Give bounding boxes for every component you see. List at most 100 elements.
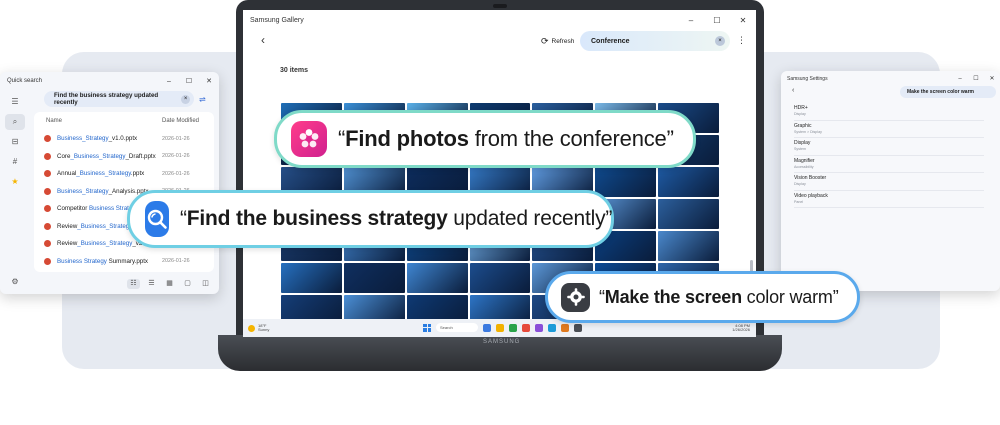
back-arrow-icon[interactable]: ‹ <box>261 33 265 47</box>
maximize-button[interactable]: ☐ <box>179 77 199 85</box>
settings-result-item[interactable]: Video playback Panel <box>794 191 984 208</box>
settings-item-title: Graphic <box>794 122 812 129</box>
result-row[interactable]: Business Strategy Summary.pptx 2026-01-26 <box>34 253 214 271</box>
filter-icon[interactable]: ⇌ <box>199 95 206 104</box>
taskbar-app-icon[interactable] <box>496 323 504 332</box>
more-options-icon[interactable]: ⋮ <box>737 35 746 46</box>
item-count: 30 items <box>280 67 309 74</box>
taskbar-app-icon[interactable] <box>574 323 582 332</box>
result-date: 2026-01-26 <box>162 135 190 142</box>
callout-gallery-rest: from the conference <box>468 126 667 151</box>
favorites-star-icon[interactable]: ★ <box>5 174 25 190</box>
settings-result-item[interactable]: Display System <box>794 138 984 156</box>
gallery-minimize-button[interactable]: – <box>678 16 704 25</box>
taskbar-app-icon[interactable] <box>535 323 543 332</box>
hashtag-icon[interactable]: # <box>5 154 25 170</box>
pptx-file-icon <box>44 257 51 265</box>
quick-search-titlebar: Quick search – ☐ ✕ <box>0 72 219 90</box>
settings-back-icon[interactable]: ‹ <box>792 87 794 94</box>
file-name-suffix: _v1.0.pptx <box>108 135 138 143</box>
photo-thumbnail[interactable] <box>658 199 719 229</box>
weather-desc: Sunny <box>258 327 270 332</box>
refresh-icon: ⟳ <box>541 36 549 46</box>
callout-settings-bold: Make the screen <box>604 286 742 307</box>
weather-widget[interactable]: 18°F Sunny <box>248 323 270 333</box>
settings-result-item[interactable]: Graphic System > Display <box>794 121 984 138</box>
settings-item-title: Vision Booster <box>794 175 827 181</box>
column-name[interactable]: Name <box>34 118 162 124</box>
photo-thumbnail[interactable] <box>658 167 719 197</box>
sun-icon <box>248 324 255 332</box>
grid-view-icon[interactable]: ▦ <box>163 279 176 289</box>
results-header: Name Date Modified <box>34 112 214 130</box>
taskbar-app-icon[interactable] <box>522 323 530 332</box>
photo-thumbnail[interactable] <box>343 263 405 293</box>
settings-result-item[interactable]: HDR+ Display <box>794 103 984 121</box>
refresh-label: Refresh <box>551 38 575 45</box>
gallery-search-input[interactable]: Conference × <box>580 31 730 51</box>
taskbar-clock[interactable]: 4:08 PM 1/26/2026 <box>732 323 750 333</box>
settings-search-input[interactable]: Make the screen color warm <box>900 86 996 98</box>
start-windows-icon[interactable] <box>423 323 431 332</box>
recent-files-icon[interactable]: ⊟ <box>5 134 25 150</box>
gallery-toolbar: ‹ ⟳ Refresh Conference × ⋮ <box>243 30 756 52</box>
file-name-match: _Business_Strategy <box>77 240 133 248</box>
taskbar-app-icon[interactable] <box>561 323 569 332</box>
file-name-prefix: Review <box>57 240 78 248</box>
result-date: 2026-01-26 <box>162 170 190 177</box>
detail-view-icon[interactable]: ☰ <box>145 279 158 289</box>
photo-thumbnail[interactable] <box>281 263 342 293</box>
clear-search-icon[interactable]: × <box>181 94 190 104</box>
taskbar-search[interactable]: Search <box>436 323 478 332</box>
pptx-file-icon <box>44 152 51 160</box>
gallery-close-button[interactable]: ✕ <box>730 16 756 25</box>
gallery-titlebar: Samsung Gallery – ☐ ✕ <box>243 10 756 30</box>
callout-gallery-bold: Find photos <box>345 126 469 151</box>
photo-thumbnail[interactable] <box>595 167 657 197</box>
settings-close-button[interactable]: ✕ <box>984 75 1000 82</box>
callout-settings-rest: color warm <box>741 286 833 307</box>
webcam <box>493 4 507 8</box>
close-button[interactable]: ✕ <box>199 77 219 85</box>
taskbar-app-icon[interactable] <box>509 323 517 332</box>
refresh-button[interactable]: ⟳ Refresh <box>541 36 574 47</box>
callout-gallery: “Find photos from the conference” <box>274 110 696 168</box>
result-date: 2026-01-26 <box>162 258 190 265</box>
taskbar-app-icon[interactable] <box>548 323 556 332</box>
file-name-match: Business Strategy <box>57 257 107 265</box>
result-file-name: Annual_Business_Strategy.pptx <box>57 170 162 177</box>
photo-thumbnail[interactable] <box>469 263 531 293</box>
result-file-name: Business Strategy Summary.pptx <box>57 258 162 265</box>
gallery-title: Samsung Gallery <box>250 16 304 24</box>
settings-result-item[interactable]: Vision Booster Display <box>794 173 984 191</box>
photo-thumbnail[interactable] <box>658 231 719 261</box>
result-file-name: Core_Business_Strategy_Draft.pptx <box>57 153 162 160</box>
search-icon[interactable]: ⌕ <box>5 114 25 130</box>
settings-maximize-button[interactable]: ☐ <box>968 75 984 82</box>
gallery-clear-search-icon[interactable]: × <box>715 36 725 46</box>
file-name-match: _Business_Strategy <box>76 170 131 178</box>
settings-item-path: System <box>794 147 806 151</box>
split-view-icon[interactable]: ◫ <box>199 279 212 289</box>
settings-minimize-button[interactable]: – <box>952 76 968 82</box>
single-view-icon[interactable]: ▢ <box>181 279 194 289</box>
column-date-modified[interactable]: Date Modified <box>162 118 214 124</box>
photo-thumbnail[interactable] <box>406 263 468 293</box>
settings-gear-icon <box>561 282 590 312</box>
gallery-flower-icon <box>291 121 327 157</box>
result-row[interactable]: Annual_Business_Strategy.pptx 2026-01-26 <box>34 165 214 183</box>
gallery-maximize-button[interactable]: ☐ <box>704 16 730 25</box>
search-magnifier-icon <box>145 201 169 237</box>
quick-search-query: Find the business strategy updated recen… <box>54 92 159 106</box>
settings-result-item[interactable]: Magnifier Accessibility <box>794 156 984 173</box>
taskbar-app-icon[interactable] <box>483 323 491 332</box>
settings-gear-icon[interactable]: ⚙ <box>5 274 25 290</box>
quick-search-input[interactable]: Find the business strategy updated recen… <box>44 91 194 107</box>
result-row[interactable]: Business_Strategy_v1.0.pptx 2026-01-26 <box>34 130 214 148</box>
settings-results: HDR+ Display Graphic System > Display Displa… <box>794 103 984 208</box>
result-file-name: Business_Strategy_v1.0.pptx <box>57 135 162 142</box>
menu-icon[interactable]: ☰ <box>5 94 25 110</box>
list-view-icon[interactable]: ☷ <box>127 279 140 289</box>
minimize-button[interactable]: – <box>159 78 179 85</box>
result-row[interactable]: Core_Business_Strategy_Draft.pptx 2026-01… <box>34 148 214 166</box>
